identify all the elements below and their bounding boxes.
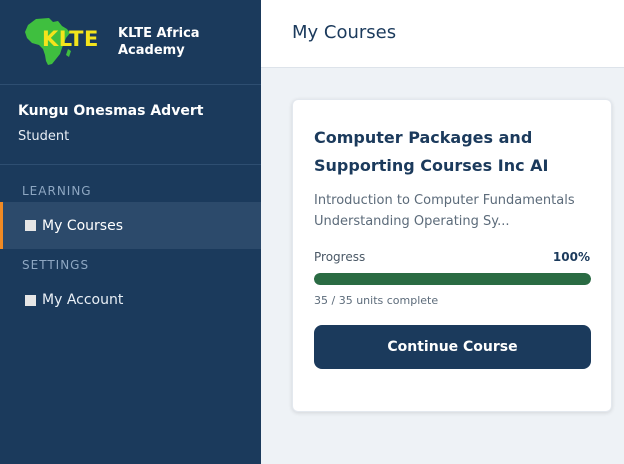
continue-course-button[interactable]: Continue Course [314,325,591,369]
sidebar-item-label: My Account [42,292,124,308]
brand-name: KLTE Africa Academy [118,26,200,58]
page-header: My Courses [261,0,624,68]
square-icon [25,220,36,231]
logo[interactable]: KLTE [22,16,110,68]
square-icon [25,294,36,306]
progress-bar-fill [314,273,591,285]
brand: KLTE KLTE Africa Academy [0,0,261,85]
progress-label: Progress [314,250,366,264]
logo-text: KLTE [42,27,99,51]
course-card: Computer Packages and Supporting Courses… [292,99,612,412]
sidebar: KLTE KLTE Africa Academy Kungu Onesmas A… [0,0,261,464]
page-title: My Courses [292,22,397,43]
user-role: Student [18,129,70,144]
progress-percent: 100% [552,250,590,264]
user-name: Kungu Onesmas Advert [18,103,204,119]
course-description: Introduction to Computer Fundamentals Un… [314,193,575,229]
sidebar-item-my-courses[interactable]: My Courses [0,202,261,249]
section-label-learning: LEARNING [22,184,92,198]
user-info: Kungu Onesmas Advert Student [0,85,261,165]
sidebar-item-label: My Courses [42,217,123,234]
units-complete: 35 / 35 units complete [314,294,439,307]
course-title[interactable]: Computer Packages and Supporting Courses… [314,124,574,180]
progress-bar [314,273,591,285]
section-label-settings: SETTINGS [22,258,90,272]
sidebar-item-my-account[interactable]: My Account [0,276,261,324]
